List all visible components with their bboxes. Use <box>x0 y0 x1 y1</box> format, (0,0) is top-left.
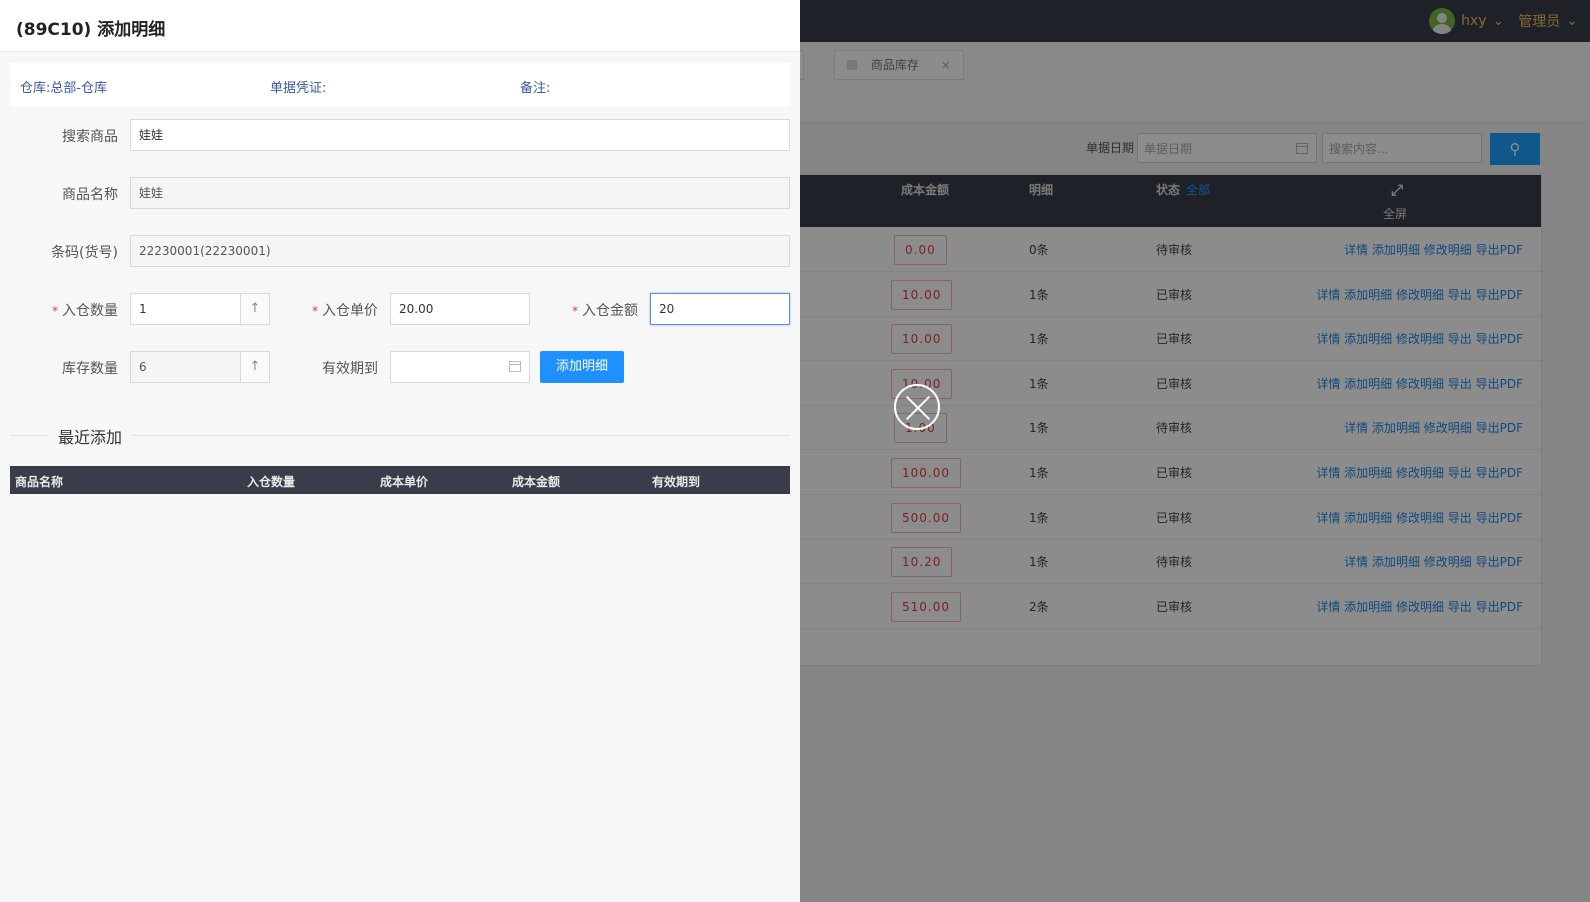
document-info: 仓库:总部-仓库 单据凭证: 备注: <box>10 63 790 107</box>
recent-table-header: 商品名称 入仓数量 成本单价 成本金额 有效期到 <box>10 466 790 494</box>
barcode-field: 22230001(22230001) <box>130 235 790 267</box>
arrow-up-icon[interactable]: ↑ <box>240 294 269 324</box>
recent-section-divider: 最近添加 <box>10 424 790 448</box>
amount-label: * 入仓金额 <box>572 303 638 319</box>
arrow-up-icon: ↑ <box>240 352 269 382</box>
drawer-header: (89C10) 添加明细 <box>0 0 800 52</box>
col-cost-amount: 成本金额 <box>512 475 561 489</box>
required-mark: * <box>572 304 578 318</box>
barcode-label: 条码(货号) <box>51 245 118 261</box>
stock-label: 库存数量 <box>62 361 118 377</box>
price-label: * 入仓单价 <box>312 303 378 319</box>
col-unit-cost: 成本单价 <box>380 475 429 489</box>
remark-info: 备注: <box>520 81 551 96</box>
search-product-input[interactable]: 娃娃 <box>130 119 790 151</box>
stock-field: 6 ↑ <box>130 351 270 383</box>
product-name-label: 商品名称 <box>62 187 118 203</box>
voucher-info: 单据凭证: <box>270 81 327 96</box>
col-expiry: 有效期到 <box>652 475 701 489</box>
price-input[interactable]: 20.00 <box>390 293 530 325</box>
required-mark: * <box>312 304 318 318</box>
amount-input[interactable]: 20 <box>650 293 790 325</box>
col-product-name: 商品名称 <box>15 475 64 489</box>
expiry-date-input[interactable] <box>390 351 530 383</box>
close-drawer-button[interactable] <box>894 384 940 430</box>
product-name-field: 娃娃 <box>130 177 790 209</box>
drawer-title: (89C10) 添加明细 <box>16 20 166 40</box>
qty-label: * 入仓数量 <box>52 303 118 319</box>
calendar-icon <box>509 361 521 372</box>
add-detail-drawer: (89C10) 添加明细 仓库:总部-仓库 单据凭证: 备注: 搜索商品 娃娃 … <box>0 0 800 902</box>
warehouse-info: 仓库:总部-仓库 <box>20 81 108 96</box>
qty-input[interactable]: 1 ↑ <box>130 293 270 325</box>
required-mark: * <box>52 304 58 318</box>
expiry-label: 有效期到 <box>322 361 378 377</box>
search-product-label: 搜索商品 <box>62 129 118 145</box>
add-detail-button[interactable]: 添加明细 <box>540 351 624 383</box>
col-qty: 入仓数量 <box>247 475 296 489</box>
recent-section-title: 最近添加 <box>48 424 133 448</box>
